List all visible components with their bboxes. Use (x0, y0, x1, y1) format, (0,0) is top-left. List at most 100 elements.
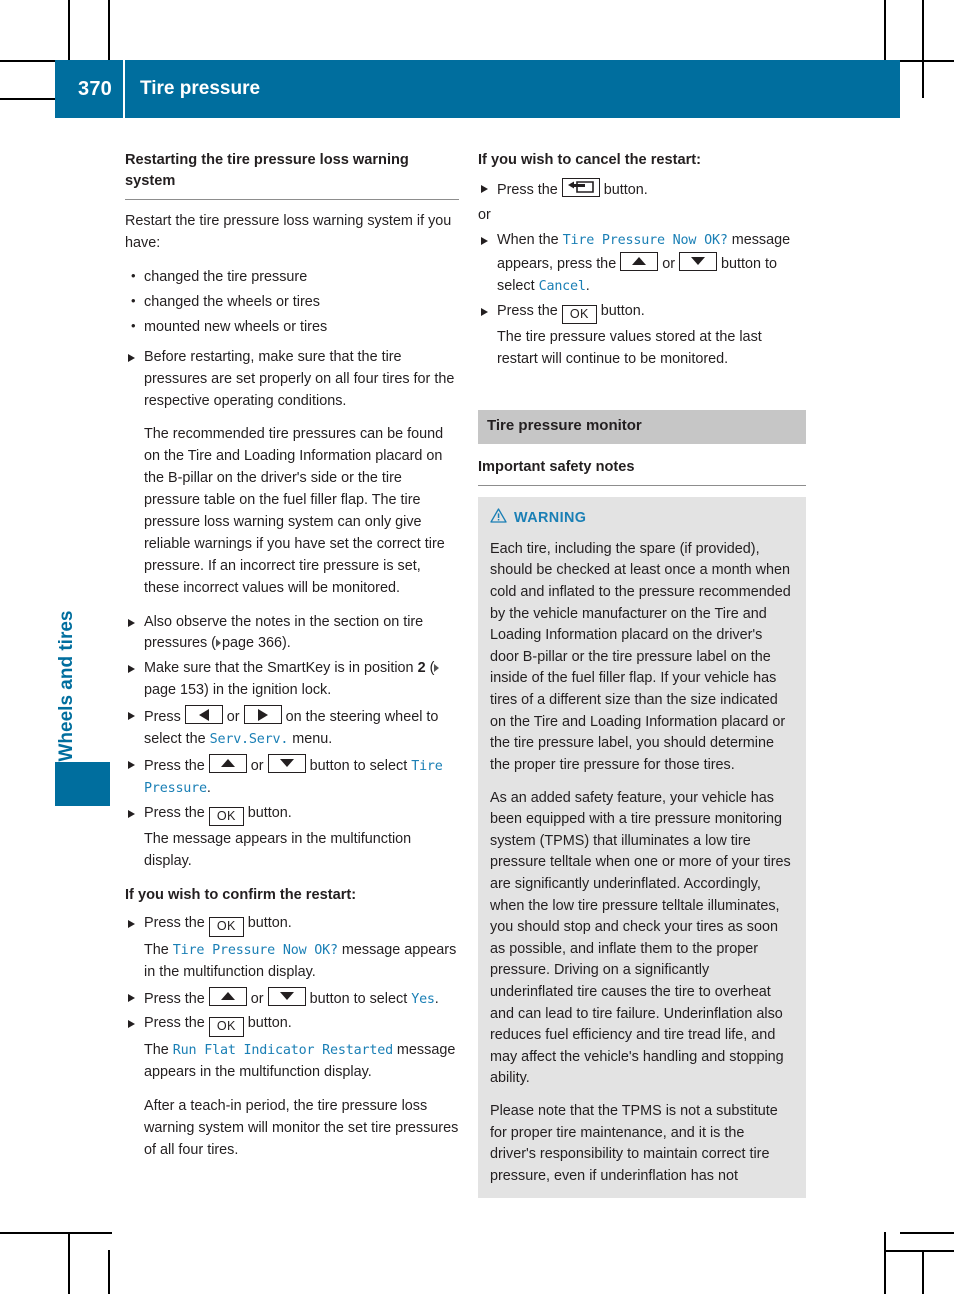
ok-key-icon[interactable]: OK (208, 1017, 244, 1038)
cropmark-top-right-v (884, 0, 886, 60)
condition-list: changed the tire pressure changed the wh… (125, 266, 459, 339)
warning-paragraph: As an added safety feature, your vehicle… (490, 789, 791, 1087)
step-press-up-down-tire-pressure: Press the or button to select Tire Press… (125, 753, 459, 800)
result-text: The (144, 941, 173, 958)
step-observe-notes: Also observe the notes in the section on… (125, 612, 459, 656)
menu-option-yes: Yes (411, 991, 435, 1007)
step-text-or: or (246, 757, 268, 774)
cropmark-top-right-v2 (922, 0, 924, 98)
page-reference-arrow-icon (215, 639, 221, 648)
step-text-suffix: button to select (305, 757, 412, 774)
down-arrow-key-icon[interactable] (267, 986, 306, 1006)
step-text: Press the (144, 1015, 209, 1032)
list-item: mounted new wheels or tires (125, 316, 459, 339)
heading-rule (125, 199, 459, 201)
warning-paragraph: Each tire, including the spare (if provi… (490, 540, 791, 773)
cropmark-top-right-h (900, 60, 954, 62)
step-text: Press the (144, 990, 209, 1007)
list-item: changed the wheels or tires (125, 291, 459, 314)
step-text-end: . (434, 990, 439, 1007)
ok-key-icon[interactable]: OK (208, 806, 244, 827)
step-restarted-result: The Run Flat Indicator Restarted message… (125, 1040, 459, 1084)
smartkey-position-value: 2 (417, 660, 426, 677)
step-text-suffix: button. (243, 915, 292, 932)
list-item: changed the tire pressure (125, 266, 459, 289)
down-arrow-key-icon[interactable] (679, 251, 717, 271)
warning-paragraph: Please note that the TPMS is not a subst… (490, 1103, 778, 1184)
step-text: Press the (144, 804, 209, 821)
step-press-back: Press the button. (478, 178, 806, 202)
step-confirm-result: The Tire Pressure Now OK? message appear… (125, 940, 459, 984)
result-text: The (144, 1042, 173, 1059)
step-confirm-press-ok-2: Press the OK button. (125, 1013, 459, 1038)
ok-key-icon[interactable]: OK (561, 304, 597, 325)
subheading-cancel-restart: If you wish to cancel the restart: (478, 152, 702, 168)
step-text: Press the (144, 915, 209, 932)
up-arrow-key-icon[interactable] (208, 753, 247, 773)
step-smartkey-position: Make sure that the SmartKey is in positi… (125, 658, 459, 702)
display-message-tire-pressure-now-ok: Tire Pressure Now OK? (172, 942, 338, 958)
or-separator: or (478, 207, 491, 224)
step-text: When the (497, 231, 563, 248)
header-divider (123, 60, 125, 118)
warning-triangle-icon (490, 508, 507, 531)
step-confirm-select-yes: Press the or button to select Yes. (125, 986, 459, 1011)
back-key-icon[interactable] (561, 178, 600, 198)
step-text: Press the (497, 302, 562, 319)
cropmark-bottom-left-h (0, 1232, 112, 1234)
step-cancel-press-ok: Press the OK button. (478, 301, 806, 325)
step-text-suffix: button. (599, 182, 648, 199)
page-reference: page 153 (144, 682, 205, 699)
step-text-suffix: ) in the ignition lock. (204, 682, 332, 699)
right-arrow-key-icon[interactable] (243, 705, 282, 725)
display-message-tire-pressure-now-ok: Tire Pressure Now OK? (562, 232, 728, 248)
cropmark-bottom-left-v (68, 1232, 70, 1294)
ok-key-icon[interactable]: OK (208, 917, 244, 937)
display-message-run-flat-indicator-restarted: Run Flat Indicator Restarted (172, 1043, 393, 1059)
up-arrow-key-icon[interactable] (620, 251, 659, 271)
page-title: Tire pressure (140, 78, 261, 99)
step-text-or: or (222, 709, 244, 726)
step-ok-result: The message appears in the multifunction… (144, 831, 412, 870)
cropmark-bottom-right-v2 (922, 1250, 924, 1294)
up-arrow-key-icon[interactable] (208, 986, 247, 1006)
cropmark-top-left-v (68, 0, 70, 60)
page-reference: page 366 (221, 635, 283, 652)
step-text-suffix: button. (243, 1015, 292, 1032)
step-text-or: or (246, 990, 268, 1007)
subheading-important-safety-notes: Important safety notes (478, 458, 635, 475)
step-cancel-result: The tire pressure values stored at the l… (497, 329, 762, 368)
page-reference-arrow-icon (434, 664, 440, 673)
step-text-suffix: button. (243, 804, 292, 821)
subheading-confirm-restart: If you wish to confirm the restart: (125, 887, 357, 904)
left-column: Restarting the tire pressure loss warnin… (125, 150, 459, 1165)
step-confirm-press-ok: Press the OK button. (125, 913, 459, 937)
warning-header: WARNING (490, 508, 794, 531)
cropmark-bottom-right-v (884, 1232, 886, 1294)
cropmark-bottom-right-h2 (885, 1250, 954, 1252)
section-heading-restarting: Restarting the tire pressure loss warnin… (125, 152, 409, 190)
step-text: Press (144, 709, 185, 726)
step-text-suffix: ). (282, 635, 291, 652)
menu-option-cancel: Cancel (538, 278, 586, 294)
cropmark-bottom-left-v2 (108, 1250, 110, 1294)
chapter-tab-block (55, 762, 110, 806)
safety-heading-rule (478, 484, 806, 486)
paragraph-teach-in-period: After a teach-in period, the tire pressu… (144, 1097, 459, 1158)
section-title-tire-pressure-monitor: Tire pressure monitor (478, 409, 806, 444)
step-text-end: menu. (288, 731, 333, 748)
intro-paragraph: Restart the tire pressure loss warning s… (125, 213, 452, 252)
warning-box: WARNING Each tire, including the spare (… (478, 496, 806, 1198)
down-arrow-key-icon[interactable] (267, 753, 306, 773)
step-text: Make sure that the SmartKey is in positi… (144, 660, 418, 677)
step-text-end: . (206, 779, 211, 796)
left-arrow-key-icon[interactable] (184, 705, 223, 725)
step-press-ok: Press the OK button. (125, 803, 459, 827)
cropmark-top-left-v2 (108, 0, 110, 60)
right-column: If you wish to cancel the restart: Press… (478, 150, 806, 1198)
paragraph-recommended-pressures: The recommended tire pressures can be fo… (144, 426, 445, 596)
menu-name-serv: Serv.Serv. (209, 732, 289, 748)
